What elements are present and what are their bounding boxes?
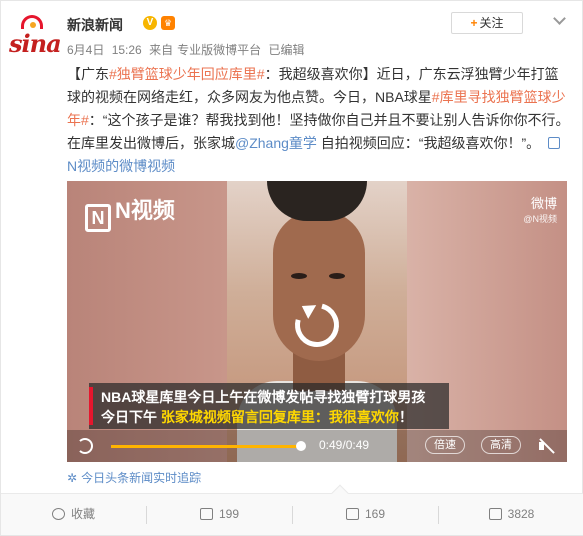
weibo-watermark: 微博 @N视频 bbox=[523, 193, 557, 225]
account-name[interactable]: 新浪新闻 bbox=[67, 15, 123, 35]
post-date[interactable]: 6月4日 bbox=[67, 43, 104, 57]
hashtag-link[interactable]: #独臂篮球少年回应库里# bbox=[109, 66, 265, 82]
like-count: 3828 bbox=[507, 507, 535, 521]
replay-ring bbox=[286, 294, 348, 356]
video-person-eye-right bbox=[329, 273, 345, 279]
video-link-label: N视频的微博视频 bbox=[67, 158, 176, 174]
post-text-segment: 自拍视频回应：“我超级喜欢你！”。 bbox=[316, 135, 541, 151]
progress-bar[interactable] bbox=[111, 445, 301, 448]
video-controls: 0:49/0:49 倍速 高清 bbox=[67, 430, 567, 462]
sina-eye-icon bbox=[21, 15, 43, 29]
comment-button[interactable]: 169 bbox=[293, 494, 438, 536]
progress-knob[interactable] bbox=[296, 441, 306, 451]
chevron-down-icon[interactable] bbox=[553, 13, 567, 23]
caption-accent-bar bbox=[89, 387, 93, 425]
n-video-brand: N视频 bbox=[115, 198, 175, 223]
quality-button[interactable]: 高清 bbox=[481, 436, 521, 454]
edited-label[interactable]: 已编辑 bbox=[268, 43, 304, 57]
post-text-segment: 【广东 bbox=[67, 66, 109, 82]
replay-small-icon[interactable] bbox=[77, 438, 93, 454]
post-text: 【广东#独臂篮球少年回应库里#：我超级喜欢你】近日，广东云浮独臂少年打篮球的视频… bbox=[67, 63, 572, 178]
speed-button[interactable]: 倍速 bbox=[425, 436, 465, 454]
n-logo-icon: N bbox=[85, 204, 111, 232]
favorite-button[interactable]: 收藏 bbox=[1, 494, 146, 536]
watermark-text: 微博 bbox=[530, 196, 557, 211]
watermark-sub: @N视频 bbox=[523, 214, 557, 224]
caption-highlight: 张家城视频留言回复库里：我很喜欢你 bbox=[160, 409, 399, 425]
sina-logo-text: sina bbox=[9, 29, 62, 58]
plus-icon: + bbox=[470, 16, 478, 30]
video-player[interactable]: N N视频 微博 @N视频 NBA球星库里今日上午在微博发帖寻找独臂打球男孩 今日… bbox=[67, 181, 567, 462]
favorite-label: 收藏 bbox=[70, 507, 95, 521]
source-prefix: 来自 bbox=[149, 43, 174, 57]
mention-link[interactable]: @Zhang童学 bbox=[235, 135, 317, 151]
comment-count: 169 bbox=[364, 507, 386, 521]
weibo-card: sina 新浪新闻 V ♛ 6月4日 15:26 来自 专业版微博平台 已编辑 +… bbox=[0, 0, 583, 536]
follow-label: 关注 bbox=[479, 16, 504, 30]
like-button[interactable]: 3828 bbox=[439, 494, 583, 536]
comment-icon bbox=[345, 508, 359, 520]
source-tag-label: 今日头条新闻实时追踪 bbox=[81, 471, 202, 485]
star-icon bbox=[51, 508, 65, 520]
verified-icon: V bbox=[143, 16, 157, 30]
post-source[interactable]: 专业版微博平台 bbox=[177, 43, 261, 57]
mute-icon[interactable] bbox=[539, 438, 555, 454]
repost-icon bbox=[199, 508, 213, 520]
sina-logo[interactable]: sina bbox=[9, 13, 62, 58]
action-bar: 收藏 199 169 3828 bbox=[1, 484, 583, 536]
thumbs-up-icon bbox=[488, 508, 502, 520]
replay-icon[interactable] bbox=[286, 294, 348, 356]
member-crown-icon: ♛ bbox=[161, 16, 175, 30]
source-tag[interactable]: ✲ 今日头条新闻实时追踪 bbox=[67, 469, 201, 486]
n-video-logo: N N视频 bbox=[85, 193, 175, 232]
caption-line-2-suffix: ！ bbox=[398, 409, 413, 425]
post-time[interactable]: 15:26 bbox=[112, 43, 142, 57]
video-link-icon bbox=[548, 137, 561, 149]
video-time: 0:49/0:49 bbox=[319, 438, 370, 452]
caption-line-1: NBA球星库里今日上午在微博发帖寻找独臂打球男孩 bbox=[101, 389, 426, 405]
topic-icon: ✲ bbox=[67, 471, 78, 485]
repost-button[interactable]: 199 bbox=[147, 494, 292, 536]
caption-line-2-prefix: 今日下午 bbox=[101, 409, 157, 425]
video-person-eye-left bbox=[291, 273, 307, 279]
follow-button[interactable]: + 关注 bbox=[451, 12, 523, 34]
repost-count: 199 bbox=[218, 507, 240, 521]
post-meta: 6月4日 15:26 来自 专业版微博平台 已编辑 bbox=[67, 41, 308, 58]
video-caption: NBA球星库里今日上午在微博发帖寻找独臂打球男孩 今日下午 张家城视频留言回复库… bbox=[89, 383, 449, 429]
caption-line-2: 今日下午 张家城视频留言回复库里：我很喜欢你！ bbox=[101, 407, 413, 427]
